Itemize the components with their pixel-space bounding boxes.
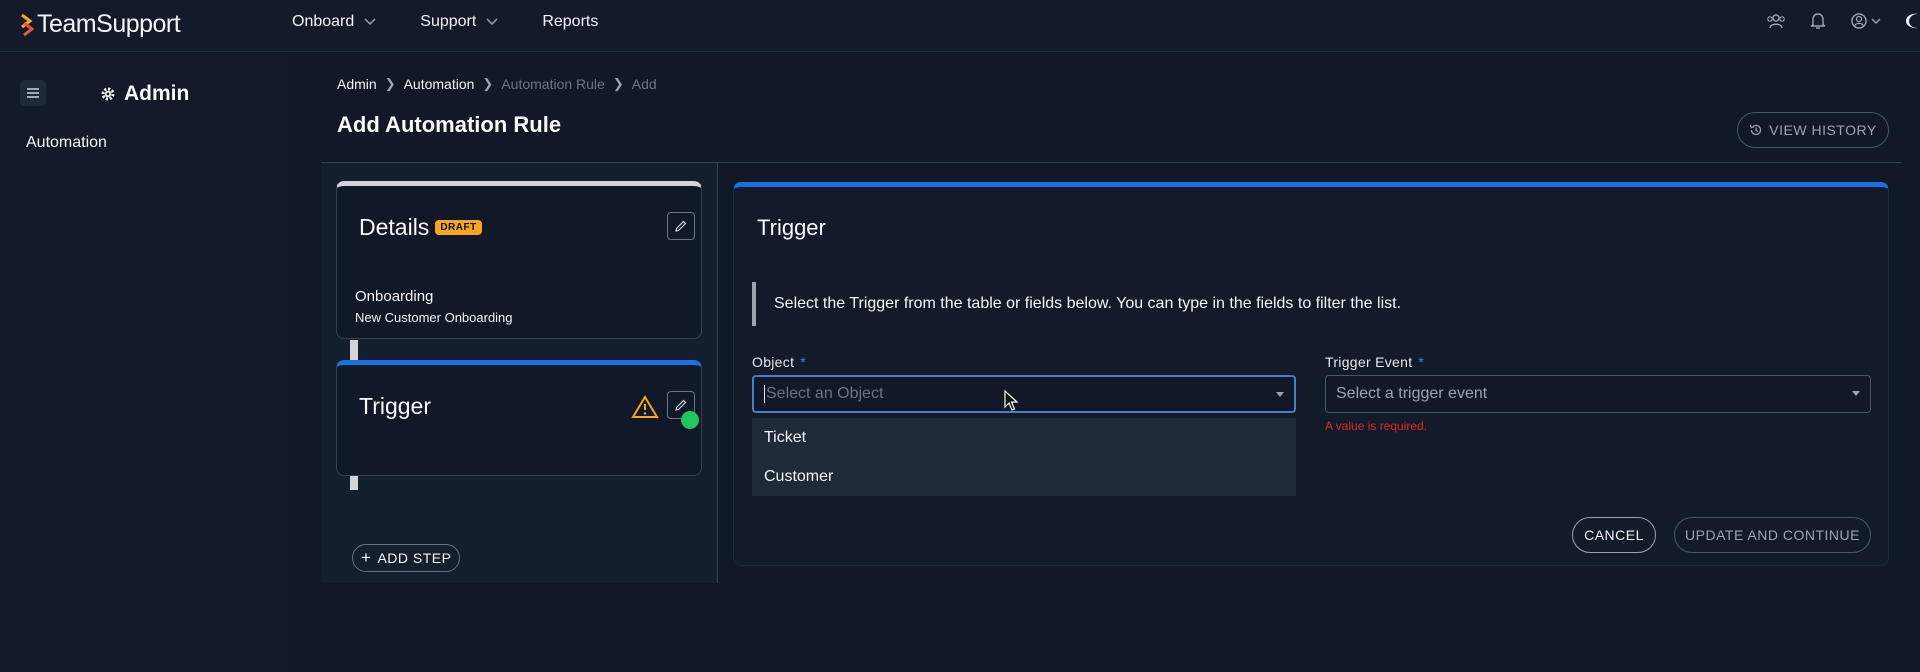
team-icon[interactable] <box>1766 13 1786 29</box>
step-connector <box>350 476 358 490</box>
details-title-label: Details <box>359 214 430 240</box>
steps-panel: Details DRAFT Onboarding New Customer On… <box>322 163 718 583</box>
menu-toggle-button[interactable] <box>20 80 46 106</box>
add-step-button[interactable]: + ADD STEP <box>352 544 461 572</box>
sidebar-title: Admin <box>100 82 189 106</box>
logo-text-support: Support <box>96 10 181 38</box>
top-icons <box>1742 12 1920 30</box>
dark-mode-icon[interactable] <box>1904 12 1920 30</box>
object-label-text: Object <box>752 354 795 370</box>
cancel-button[interactable]: CANCEL <box>1572 517 1656 553</box>
details-card-title: Details DRAFT <box>359 214 482 241</box>
user-menu-icon[interactable] <box>1850 12 1884 30</box>
details-line2: New Customer Onboarding <box>355 310 513 325</box>
add-step-label: ADD STEP <box>377 550 452 566</box>
trigger-event-label: Trigger Event * <box>1325 354 1424 370</box>
object-select[interactable]: Select an Object <box>752 375 1296 413</box>
breadcrumb-automation-rule: Automation Rule <box>501 76 605 92</box>
hamburger-icon <box>27 88 39 98</box>
details-card[interactable]: Details DRAFT Onboarding New Customer On… <box>336 181 702 339</box>
trigger-card-title: Trigger <box>359 393 431 419</box>
nav-support-label: Support <box>420 13 477 30</box>
trigger-event-select[interactable]: Select a trigger event <box>1325 375 1871 413</box>
logo-text-team: Team <box>37 10 97 38</box>
trigger-event-label-text: Trigger Event <box>1325 354 1413 370</box>
top-bar: Team Support Onboard Support Reports <box>0 0 1920 52</box>
status-dot <box>681 411 699 429</box>
main-nav: Onboard Support Reports <box>292 13 642 31</box>
logo-mark-icon <box>21 13 34 36</box>
status-badge: DRAFT <box>435 220 482 235</box>
pencil-icon <box>675 220 687 232</box>
validation-error: A value is required. <box>1325 419 1428 433</box>
dropdown-arrow-icon <box>1852 391 1860 396</box>
nav-onboard-label: Onboard <box>292 13 355 30</box>
required-marker: * <box>800 354 807 370</box>
chevron-right-icon: ❯ <box>612 76 624 91</box>
trigger-card[interactable]: Trigger <box>336 360 702 476</box>
trigger-info-text: Select the Trigger from the table or fie… <box>752 282 1401 326</box>
breadcrumb-automation[interactable]: Automation <box>404 76 475 92</box>
history-icon <box>1750 124 1762 136</box>
dropdown-option-customer[interactable]: Customer <box>752 457 1296 496</box>
nav-support[interactable]: Support <box>420 13 498 31</box>
bell-icon[interactable] <box>1810 12 1826 30</box>
details-edit-button[interactable] <box>667 212 695 240</box>
view-history-button[interactable]: VIEW HISTORY <box>1737 112 1889 148</box>
sidebar: Admin Automation <box>0 52 288 672</box>
text-caret <box>764 385 765 403</box>
required-marker: * <box>1418 354 1425 370</box>
trigger-panel-title: Trigger <box>757 215 826 240</box>
sidebar-title-label: Admin <box>124 82 190 105</box>
trigger-event-placeholder: Select a trigger event <box>1336 385 1488 402</box>
trigger-panel: Trigger Select the Trigger from the tabl… <box>733 182 1889 566</box>
object-select-placeholder: Select an Object <box>766 385 884 402</box>
main-content: Admin ❯ Automation ❯ Automation Rule ❯ A… <box>288 52 1920 672</box>
warning-icon <box>631 395 659 418</box>
dropdown-option-ticket[interactable]: Ticket <box>752 418 1296 457</box>
nav-onboard[interactable]: Onboard <box>292 13 376 31</box>
details-line1: Onboarding <box>355 288 434 305</box>
dropdown-arrow-icon <box>1276 392 1284 397</box>
page-title: Add Automation Rule <box>337 112 562 137</box>
nav-reports[interactable]: Reports <box>542 13 598 31</box>
breadcrumb: Admin ❯ Automation ❯ Automation Rule ❯ A… <box>337 76 657 92</box>
breadcrumb-add: Add <box>631 76 657 92</box>
plus-icon: + <box>361 548 372 567</box>
chevron-down-icon <box>486 18 498 26</box>
chevron-down-icon <box>364 18 376 26</box>
nav-reports-label: Reports <box>542 13 599 30</box>
chevron-right-icon: ❯ <box>482 76 494 91</box>
chevron-right-icon: ❯ <box>384 76 396 91</box>
pencil-icon <box>675 399 687 411</box>
update-and-continue-button[interactable]: UPDATE AND CONTINUE <box>1674 517 1871 553</box>
gear-icon <box>101 87 115 101</box>
step-connector <box>350 340 358 360</box>
teamsupport-logo[interactable]: Team Support <box>20 10 181 39</box>
view-history-label: VIEW HISTORY <box>1769 122 1877 138</box>
object-label: Object * <box>752 354 806 370</box>
mouse-cursor-icon <box>1004 390 1019 411</box>
object-dropdown-list: Ticket Customer <box>752 418 1296 496</box>
sidebar-item-automation[interactable]: Automation <box>26 134 107 152</box>
breadcrumb-admin[interactable]: Admin <box>337 76 377 92</box>
